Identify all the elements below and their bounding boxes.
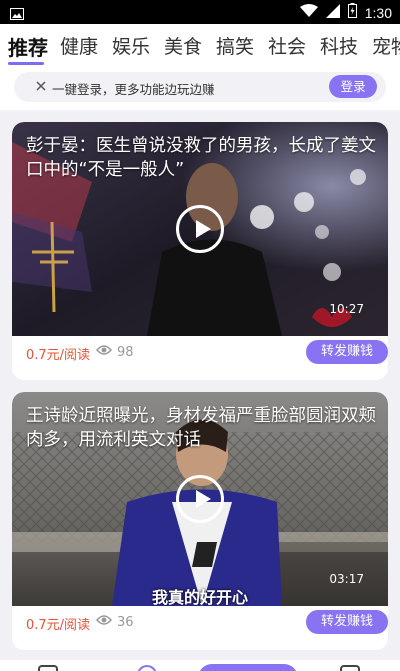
play-icon[interactable] <box>176 205 224 253</box>
play-icon[interactable] <box>176 475 224 523</box>
share-earn-button[interactable]: 转发赚钱 <box>306 610 388 634</box>
reward-price: 0.7元/阅读 <box>26 348 91 363</box>
video-subtitle: 我真的好开心 <box>151 588 248 606</box>
tab-pets[interactable]: 宠物 <box>372 32 400 59</box>
eye-icon <box>96 614 112 630</box>
tab-health[interactable]: 健康 <box>60 32 98 59</box>
reward-price: 0.7元/阅读 <box>26 618 91 633</box>
tab-recommend[interactable]: 推荐 <box>8 32 48 61</box>
center-action-button[interactable] <box>198 664 298 671</box>
tab-entertainment[interactable]: 娱乐 <box>112 32 150 59</box>
tab-society[interactable]: 社会 <box>268 32 306 59</box>
video-duration: 10:27 <box>329 302 364 316</box>
close-icon[interactable] <box>33 78 49 94</box>
wifi-icon <box>299 3 318 22</box>
video-thumbnail[interactable]: 王诗龄近照曝光，身材发福严重脸部圆润双颊肉多，用流利英文对话 03:17 我真的… <box>12 392 388 606</box>
card-title[interactable]: 彭于晏：医生曾说没救了的男孩，长成了姜文口中的“不是一般人” <box>26 134 376 182</box>
profile-icon[interactable] <box>340 665 360 671</box>
share-earn-button[interactable]: 转发赚钱 <box>306 340 388 364</box>
view-count: 98 <box>96 344 134 360</box>
category-tabs: 推荐 健康 娱乐 美食 搞笑 社会 科技 宠物 <box>0 24 400 68</box>
login-button[interactable]: 登录 <box>329 75 377 98</box>
tab-tech[interactable]: 科技 <box>320 32 358 59</box>
view-count-value: 36 <box>117 614 134 630</box>
status-time: 1:30 <box>364 4 392 21</box>
news-card[interactable]: 王诗龄近照曝光，身材发福严重脸部圆润双颊肉多，用流利英文对话 03:17 我真的… <box>12 392 388 650</box>
card-title[interactable]: 王诗龄近照曝光，身材发福严重脸部圆润双颊肉多，用流利英文对话 <box>26 404 376 452</box>
tab-food[interactable]: 美食 <box>164 32 202 59</box>
signal-icon <box>325 3 340 22</box>
status-bar: 1:30 <box>0 0 400 24</box>
active-tab-indicator <box>8 62 44 65</box>
view-count: 36 <box>96 614 134 630</box>
view-count-value: 98 <box>117 344 134 360</box>
home-icon[interactable] <box>38 665 58 671</box>
image-icon <box>10 5 24 24</box>
battery-icon <box>347 3 357 22</box>
news-card[interactable]: 彭于晏：医生曾说没救了的男孩，长成了姜文口中的“不是一般人” 10:27 0.7… <box>12 122 388 380</box>
video-thumbnail[interactable]: 彭于晏：医生曾说没救了的男孩，长成了姜文口中的“不是一般人” 10:27 <box>12 122 388 336</box>
tab-funny[interactable]: 搞笑 <box>216 32 254 59</box>
eye-icon <box>96 344 112 360</box>
login-banner-text: 一键登录，更多功能边玩边赚 <box>52 82 215 97</box>
